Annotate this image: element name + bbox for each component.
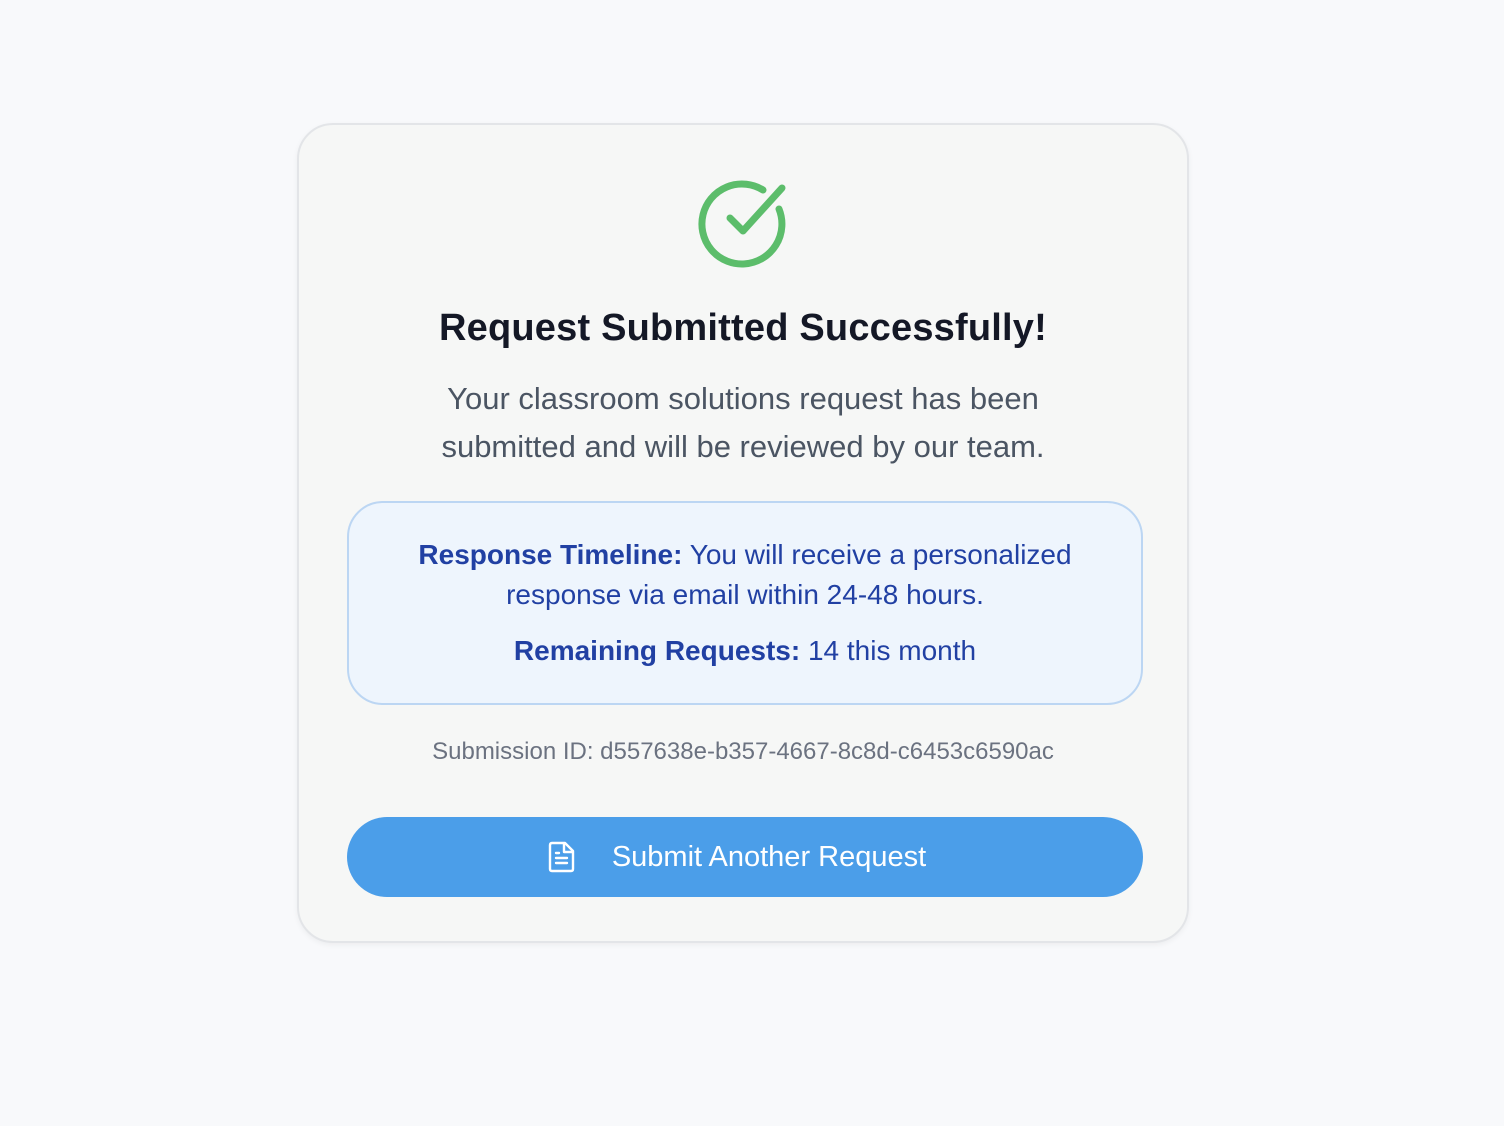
confirmation-card: Request Submitted Successfully! Your cla… [297,123,1189,943]
submission-id: Submission ID: d557638e-b357-4667-8c8d-c… [432,738,1054,765]
info-box: Response Timeline: You will receive a pe… [347,501,1143,705]
response-timeline-label: Response Timeline: [418,539,683,570]
submit-another-request-label: Submit Another Request [611,840,927,873]
check-circle-icon [698,180,786,268]
page-title: Request Submitted Successfully! [438,307,1047,349]
confirmation-message: Your classroom solutions request has bee… [441,381,1045,464]
remaining-requests-value: 14 this month [807,635,977,666]
remaining-requests: Remaining Requests: 14 this month [409,631,1081,671]
response-timeline: Response Timeline: You will receive a pe… [409,535,1081,615]
remaining-requests-label: Remaining Requests: [513,635,801,666]
submit-another-request-button[interactable]: Submit Another Request [347,817,1143,897]
document-icon [548,841,575,873]
